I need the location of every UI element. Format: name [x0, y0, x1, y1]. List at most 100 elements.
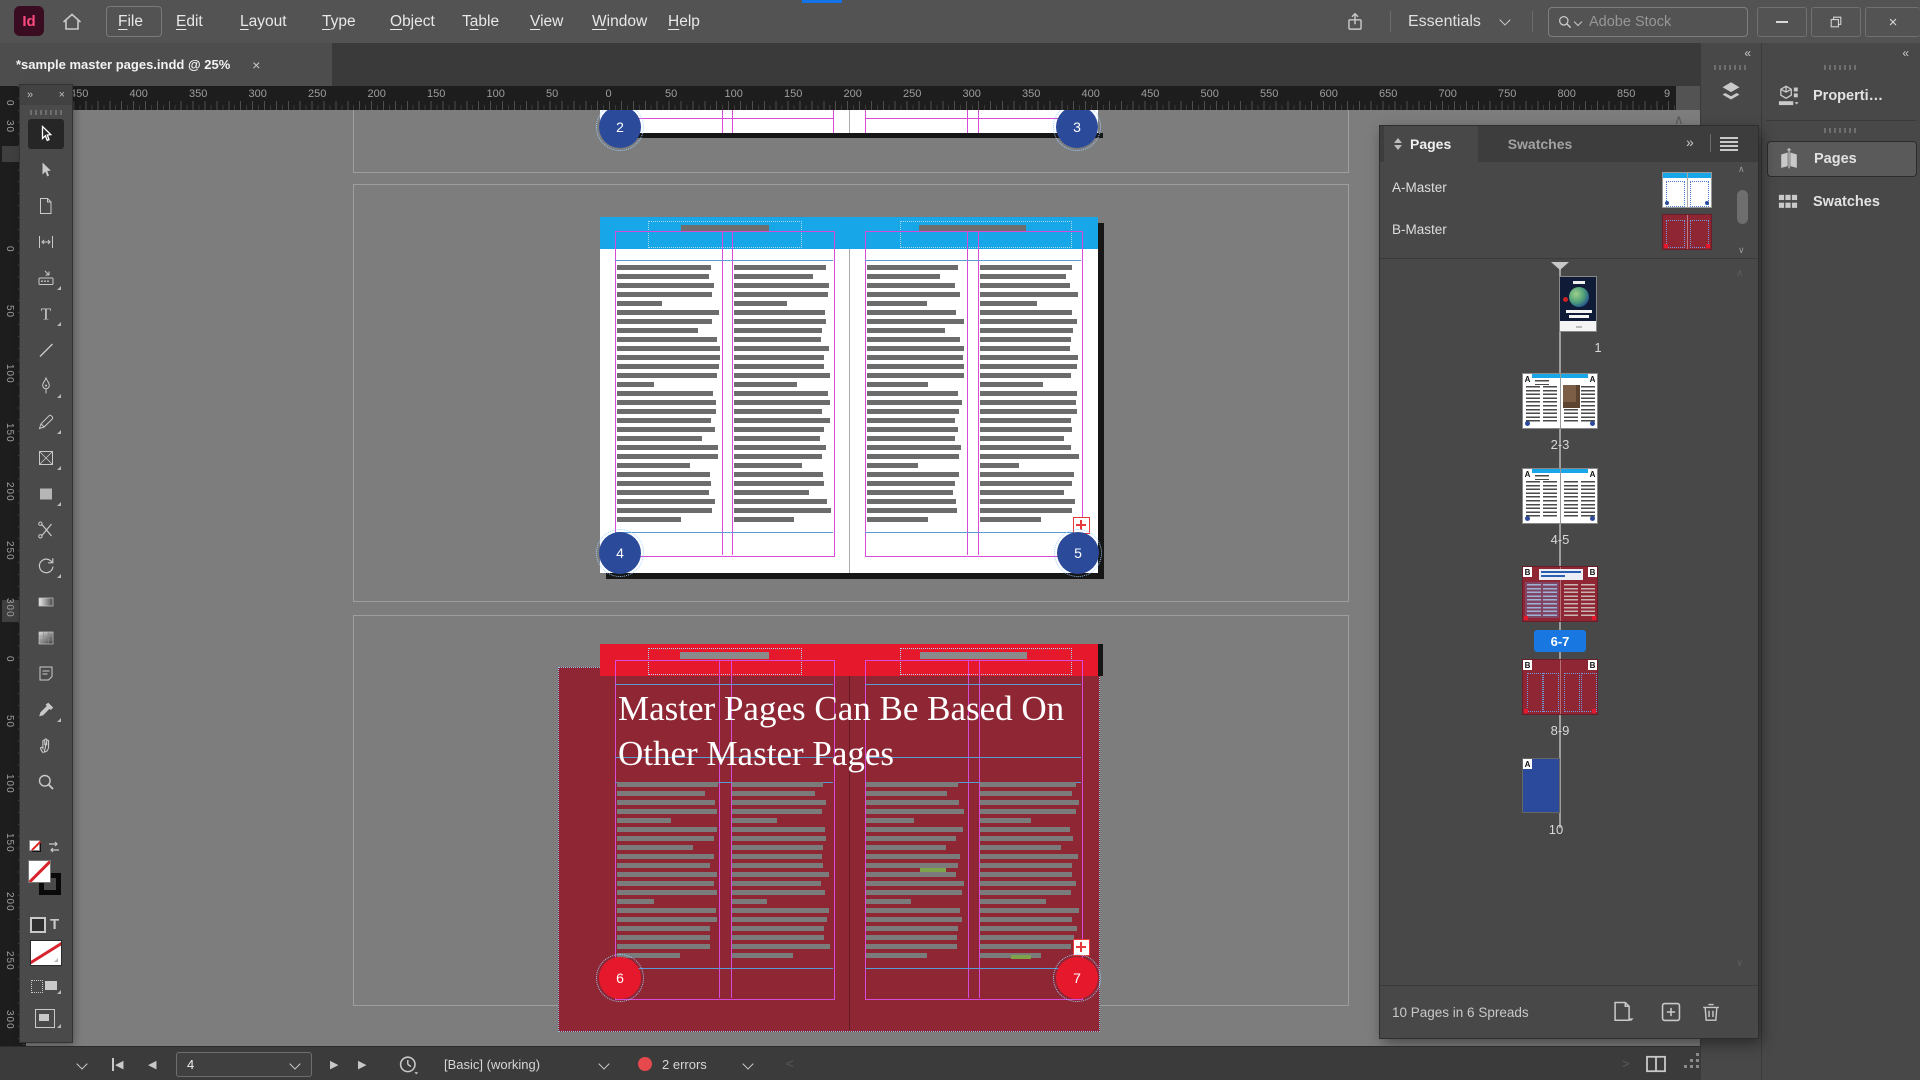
new-page-icon[interactable] [1658, 999, 1684, 1025]
content-collector-tool[interactable] [28, 263, 64, 293]
menu-object[interactable]: Object [390, 0, 435, 43]
panel-expand-icon[interactable]: » [1686, 134, 1694, 150]
next-page-button[interactable]: ▶ [330, 1047, 338, 1080]
page-thumbnail-8-9[interactable]: BB [1522, 659, 1598, 715]
selection-tool[interactable] [28, 119, 64, 149]
menu-edit[interactable]: Edit [176, 0, 203, 43]
menu-type[interactable]: Type [322, 0, 356, 43]
frame-tool[interactable] [28, 443, 64, 473]
error-count[interactable]: 2 errors [662, 1047, 707, 1080]
adobe-stock-searchbox[interactable] [1548, 7, 1748, 37]
line-tool[interactable] [28, 335, 64, 365]
master-row-b-master[interactable]: B-Master [1380, 212, 1732, 252]
screen-mode-icon[interactable] [28, 1007, 64, 1031]
document-title: *sample master pages.indd @ 25% [16, 57, 230, 72]
preflight-profile-chevron[interactable] [598, 1058, 609, 1069]
type-tool[interactable]: T [28, 299, 64, 329]
master-thumbnail [1662, 172, 1712, 208]
share-icon[interactable] [1344, 9, 1366, 35]
errors-chevron[interactable] [742, 1058, 753, 1069]
restore-button[interactable] [1811, 7, 1861, 37]
pages-icon [1776, 146, 1802, 172]
spread-view-icon[interactable] [1644, 1053, 1668, 1075]
hscroll-left-arrow[interactable]: < [786, 1056, 794, 1071]
free-transform-tool[interactable] [28, 551, 64, 581]
collapse-panels-icon[interactable]: « [1744, 46, 1751, 60]
menu-help[interactable]: Help [668, 0, 700, 43]
gradient-feather-tool[interactable] [28, 623, 64, 653]
resize-grip[interactable] [1684, 1065, 1687, 1068]
error-status-dot [638, 1057, 652, 1071]
page-thumbnail-6-7[interactable]: BB [1522, 566, 1598, 622]
preflight-profile[interactable]: [Basic] (working) [444, 1047, 540, 1080]
minimize-button[interactable] [1757, 7, 1807, 37]
tab-close-icon[interactable]: × [252, 57, 260, 73]
page-label-10[interactable]: 10 [1526, 822, 1586, 837]
preflight-icon[interactable] [396, 1053, 422, 1077]
tab-pages[interactable]: Pages [1384, 126, 1478, 162]
dock-item-swatches[interactable]: Swatches [1767, 185, 1915, 219]
page-label-8-9[interactable]: 8-9 [1530, 723, 1590, 738]
note-tool[interactable] [28, 659, 64, 689]
menu-file[interactable]: File [118, 0, 143, 43]
panel-menu-icon[interactable] [1720, 137, 1738, 151]
toolbar-collapse-chevron[interactable] [76, 1058, 87, 1069]
swap-fill-stroke-icon[interactable] [46, 839, 62, 855]
workspace-switcher[interactable]: Essentials [1408, 0, 1509, 43]
eyedropper-tool[interactable] [28, 695, 64, 725]
dock-item-properties[interactable]: Properti… [1767, 79, 1915, 113]
expand-panel-icon[interactable]: » [27, 89, 33, 101]
last-page-button[interactable]: ▶ [358, 1047, 369, 1080]
tab-swatches[interactable]: Swatches [1492, 126, 1588, 162]
panel-grip[interactable] [1714, 65, 1748, 70]
formatting-affects-toggle[interactable]: T [28, 916, 64, 936]
menu-window[interactable]: Window [592, 0, 647, 43]
previous-page-button[interactable]: ◀ [148, 1047, 156, 1080]
close-panel-icon[interactable]: × [59, 89, 65, 101]
apply-none-button[interactable] [30, 940, 62, 966]
master-row-a-master[interactable]: A-Master [1380, 170, 1732, 210]
page-thumbnail-10[interactable]: A [1522, 758, 1560, 813]
menu-layout[interactable]: Layout [240, 0, 287, 43]
delete-page-icon[interactable] [1698, 999, 1724, 1025]
view-options-icon[interactable] [28, 977, 64, 997]
page-label-2-3[interactable]: 2-3 [1530, 437, 1590, 452]
close-window-button[interactable]: × [1865, 7, 1920, 37]
menu-view[interactable]: View [530, 0, 563, 43]
zoom-tool[interactable] [28, 767, 64, 797]
search-input[interactable] [1587, 13, 1711, 31]
gap-tool[interactable] [28, 227, 64, 257]
pen-tool[interactable] [28, 371, 64, 401]
page-label-6-7-selected[interactable]: 6-7 [1534, 630, 1586, 652]
dock-item-pages[interactable]: Pages [1767, 141, 1917, 177]
svg-text:T: T [41, 305, 52, 324]
default-fill-stroke-icon[interactable] [28, 838, 64, 856]
direct-selection-tool[interactable] [28, 155, 64, 185]
page-thumbnail-2-3[interactable]: AA [1522, 373, 1598, 429]
panel-grip[interactable] [30, 110, 62, 115]
scissors-tool[interactable] [28, 515, 64, 545]
page-thumbnail-1[interactable] [1559, 276, 1597, 332]
hscroll-right-arrow[interactable]: > [1622, 1056, 1630, 1071]
edit-page-size-icon[interactable] [1610, 999, 1638, 1025]
page-tool[interactable] [28, 191, 64, 221]
layers-icon[interactable] [1718, 79, 1744, 105]
document-tab[interactable]: *sample master pages.indd @ 25% × [0, 43, 332, 86]
page-label-1[interactable]: 1 [1568, 340, 1628, 355]
home-icon[interactable] [60, 10, 84, 34]
masters-scrollbar[interactable]: ∧ ∨ [1732, 162, 1754, 258]
gradient-swatch-tool[interactable] [28, 587, 64, 617]
page-label-4-5[interactable]: 4-5 [1530, 532, 1590, 547]
page-number-field[interactable]: 4 [176, 1052, 312, 1077]
panel-grip[interactable] [1824, 128, 1858, 133]
page-thumbnail-4-5[interactable]: AA [1522, 468, 1598, 524]
menu-table[interactable]: Table [462, 0, 499, 43]
first-page-button[interactable]: ◀ [112, 1047, 123, 1080]
fill-stroke-indicator[interactable] [28, 860, 64, 900]
collapse-panels-icon[interactable]: « [1902, 46, 1909, 60]
hand-tool[interactable] [28, 731, 64, 761]
rectangle-tool[interactable] [28, 479, 64, 509]
pencil-tool[interactable] [28, 407, 64, 437]
panel-grip[interactable] [1824, 65, 1858, 70]
selected-spread-marker [1551, 262, 1569, 270]
